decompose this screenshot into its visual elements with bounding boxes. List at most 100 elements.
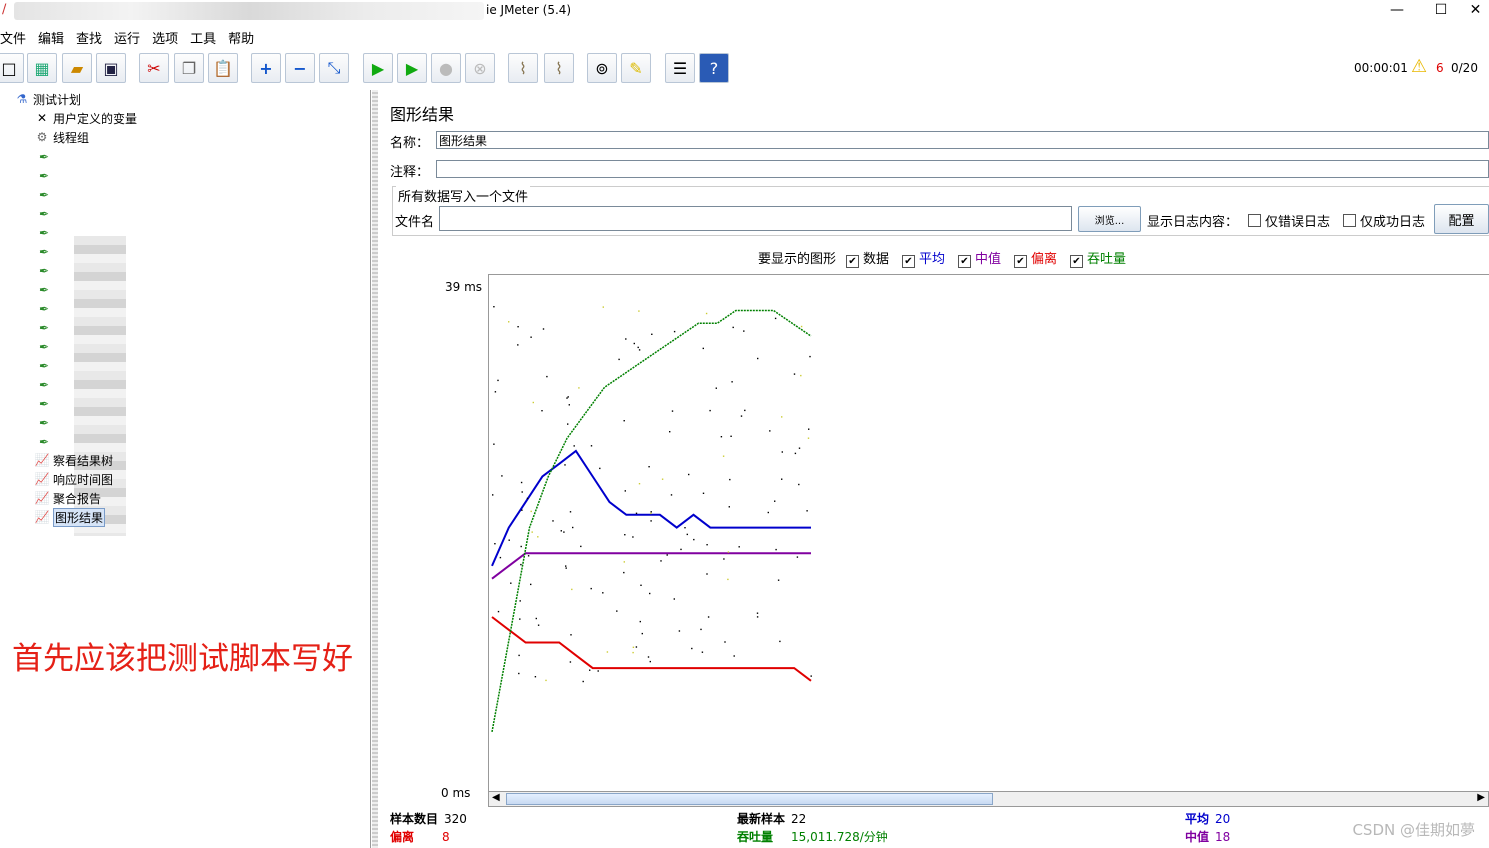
browse-button[interactable]: 浏览... (1078, 206, 1141, 232)
show-data-checkbox[interactable]: ✔ 数据 (846, 248, 889, 268)
checkbox-box[interactable] (1248, 214, 1261, 227)
checkbox-box[interactable]: ✔ (846, 255, 859, 268)
stop-icon[interactable]: ● (431, 53, 461, 83)
series-line (491, 449, 811, 567)
maximize-button[interactable]: ☐ (1418, 0, 1464, 22)
data-point (618, 358, 620, 361)
tree-item-thread-group[interactable]: ⚙ 线程组 (34, 128, 89, 146)
tree-item-sampler[interactable]: ✒ (36, 414, 55, 432)
sampler-pen-icon: ✒ (38, 264, 50, 278)
series-line (491, 552, 811, 580)
show-throughput-checkbox[interactable]: ✔ 吞吐量 (1070, 248, 1126, 268)
checkbox-box[interactable]: ✔ (1014, 255, 1027, 268)
tree-item-test-plan[interactable]: ⚗ 测试计划 (14, 90, 81, 108)
search-binoculars-icon[interactable]: ⊚ (587, 53, 617, 83)
checkbox-box[interactable]: ✔ (902, 255, 915, 268)
data-point (492, 494, 494, 496)
menu-options[interactable]: 选项 (146, 24, 184, 47)
menu-file[interactable]: 文件 (0, 24, 32, 47)
tree-item-sampler[interactable]: ✒ (36, 224, 55, 242)
scroll-right-icon[interactable]: ▶ (1477, 792, 1485, 803)
clear-icon[interactable]: ⌇ (508, 53, 538, 83)
data-point (638, 483, 641, 485)
cut-icon[interactable]: ✂ (139, 53, 169, 83)
split-pane-divider[interactable] (372, 90, 378, 848)
tree-item-view-results-tree[interactable]: 📈 察看结果树 (34, 451, 114, 469)
tree-item-sampler[interactable]: ✒ (36, 300, 55, 318)
collapse-icon[interactable]: − (285, 53, 315, 83)
tree-item-sampler[interactable]: ✒ (36, 281, 55, 299)
data-point (508, 321, 510, 323)
errors-only-checkbox[interactable]: 仅错误日志 (1248, 211, 1330, 230)
data-point (639, 620, 641, 623)
copy-icon[interactable]: ❐ (174, 53, 204, 83)
help-icon[interactable]: ? (699, 53, 729, 83)
data-point (567, 423, 569, 425)
start-icon[interactable]: ▶ (363, 53, 393, 83)
show-average-checkbox[interactable]: ✔ 平均 (902, 248, 945, 268)
shutdown-icon[interactable]: ⊗ (465, 53, 495, 83)
tree-item-response-time-graph[interactable]: 📈 响应时间图 (34, 470, 114, 488)
menu-tools[interactable]: 工具 (184, 24, 222, 47)
tree-item-sampler[interactable]: ✒ (36, 357, 55, 375)
menu-search[interactable]: 查找 (70, 24, 108, 47)
paste-icon[interactable]: 📋 (208, 53, 238, 83)
configure-button[interactable]: 配置 (1434, 204, 1489, 234)
show-deviation-checkbox[interactable]: ✔ 偏离 (1014, 248, 1057, 268)
comment-field[interactable] (436, 160, 1489, 178)
tree-item-sampler[interactable]: ✒ (36, 395, 55, 413)
data-point (625, 338, 627, 340)
tree-item-sampler[interactable]: ✒ (36, 205, 55, 223)
tree-item-aggregate-report[interactable]: 📈 聚合报告 (34, 489, 102, 507)
scrollbar-thumb[interactable] (506, 793, 993, 805)
data-point (810, 675, 812, 677)
checkbox-box[interactable]: ✔ (958, 255, 971, 268)
tree-item-sampler[interactable]: ✒ (36, 338, 55, 356)
expand-icon[interactable]: + (251, 53, 281, 83)
reset-search-broom-icon[interactable]: ✎ (621, 53, 651, 83)
new-icon[interactable]: □ (0, 53, 24, 83)
data-point (532, 401, 534, 404)
tree-label: 聚合报告 (53, 491, 102, 506)
tree-item-sampler[interactable]: ✒ (36, 433, 55, 451)
scroll-left-icon[interactable]: ◀ (492, 792, 500, 803)
horizontal-scrollbar[interactable]: ◀ ▶ (488, 791, 1489, 807)
toggle-icon[interactable]: ⤡ (319, 53, 349, 83)
open-icon[interactable]: ▰ (62, 53, 92, 83)
thread-count: 0/20 (1451, 61, 1478, 75)
function-helper-icon[interactable]: ☰ (665, 53, 695, 83)
data-point (623, 571, 625, 574)
show-median-checkbox[interactable]: ✔ 中值 (958, 248, 1001, 268)
save-icon[interactable]: ▣ (96, 53, 126, 83)
tree-item-sampler[interactable]: ✒ (36, 148, 55, 166)
page-title: 图形结果 (390, 105, 455, 124)
data-point (800, 325, 803, 328)
tree-item-graph-results[interactable]: 📈 图形结果 (34, 507, 106, 527)
tree-item-sampler[interactable]: ✒ (36, 186, 55, 204)
stat-average: 平均 20 (1185, 810, 1230, 827)
minimize-button[interactable]: — (1374, 0, 1420, 22)
data-point (722, 455, 725, 457)
success-only-checkbox[interactable]: 仅成功日志 (1343, 211, 1425, 230)
tree-item-user-vars[interactable]: ✕ 用户定义的变量 (34, 109, 137, 127)
tree-item-sampler[interactable]: ✒ (36, 319, 55, 337)
start-no-pause-icon[interactable]: ▶ (397, 53, 427, 83)
checkbox-label: 偏离 (1031, 252, 1058, 267)
close-button[interactable]: ✕ (1462, 0, 1489, 22)
tree-item-sampler[interactable]: ✒ (36, 243, 55, 261)
clear-all-icon[interactable]: ⌇ (544, 53, 574, 83)
data-point (563, 531, 565, 533)
checkbox-box[interactable]: ✔ (1070, 255, 1083, 268)
menu-run[interactable]: 运行 (108, 24, 146, 47)
filename-input[interactable] (439, 206, 1072, 231)
menu-edit[interactable]: 编辑 (32, 24, 70, 47)
warning-icon[interactable]: ⚠ (1411, 56, 1427, 77)
tree-item-sampler[interactable]: ✒ (36, 167, 55, 185)
tree-item-sampler[interactable]: ✒ (36, 376, 55, 394)
name-field[interactable]: 图形结果 (436, 131, 1489, 149)
templates-icon[interactable]: ▦ (27, 53, 57, 83)
menu-help[interactable]: 帮助 (222, 24, 260, 47)
checkbox-box[interactable] (1343, 214, 1356, 227)
tree-item-sampler[interactable]: ✒ (36, 262, 55, 280)
stat-label: 最新样本 (737, 812, 786, 826)
